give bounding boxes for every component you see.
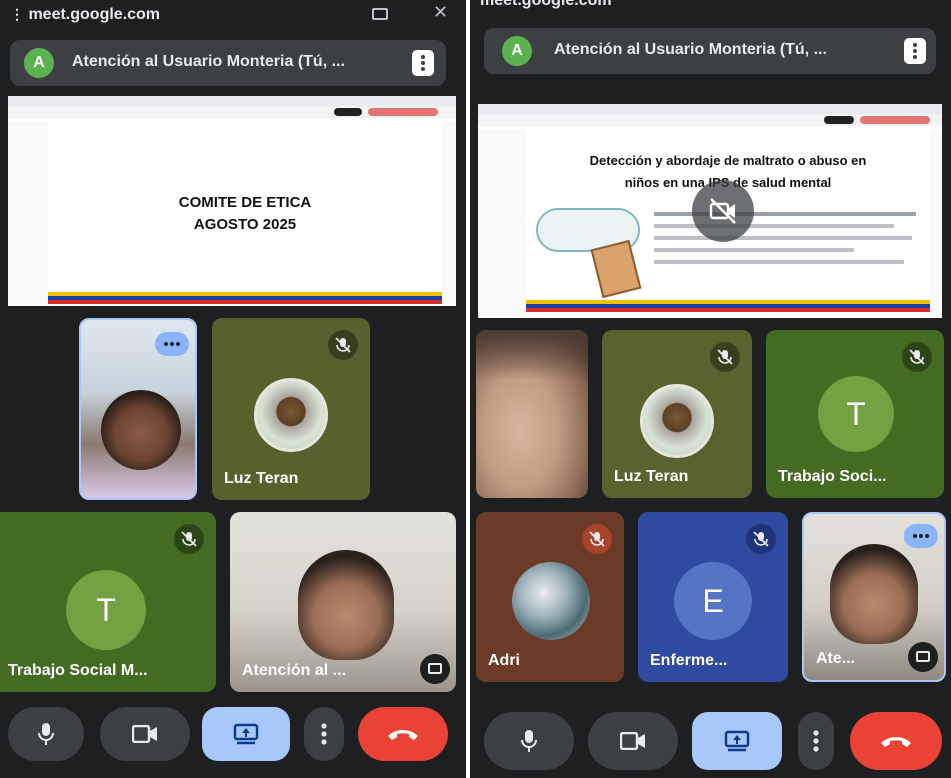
present-screen-icon [724, 730, 750, 752]
more-options-icon[interactable] [904, 38, 926, 64]
participant-tile-luz-teran[interactable]: Luz Teran [602, 330, 752, 498]
account-avatar[interactable]: A [502, 36, 532, 66]
participant-tile-self[interactable] [476, 330, 588, 498]
participant-name: Adri [488, 652, 520, 669]
present-button[interactable] [202, 707, 290, 761]
participant-video [830, 544, 918, 644]
participant-avatar: T [66, 570, 146, 650]
meeting-title: Atención al Usuario Monteria (Tú, ... [554, 41, 827, 58]
camera-icon [620, 732, 645, 750]
microphone-button[interactable] [8, 707, 84, 761]
participant-tile-atencion[interactable]: Atención al ... [230, 512, 456, 692]
speaking-indicator-icon [155, 332, 189, 356]
mic-icon [521, 730, 537, 752]
muted-mic-icon [328, 330, 358, 360]
more-options-button[interactable] [798, 712, 834, 770]
camera-button[interactable] [588, 712, 678, 770]
present-button[interactable] [692, 712, 782, 770]
browser-tabstrip [478, 104, 942, 114]
participant-tile-trabajo-social[interactable]: T Trabajo Social M... [0, 512, 216, 692]
slide-clipboard-graphic [590, 239, 642, 299]
more-vert-icon [813, 730, 819, 752]
camera-icon [132, 725, 157, 743]
muted-mic-icon [174, 524, 204, 554]
muted-mic-icon [746, 524, 776, 554]
close-icon[interactable]: ✕ [433, 2, 448, 23]
meeting-title-bar[interactable]: A Atención al Usuario Monteria (Tú, ... [484, 28, 936, 74]
slide-thumbnails [478, 130, 526, 318]
participant-name: Ate... [816, 650, 856, 667]
pin-icon[interactable] [420, 654, 450, 684]
shared-screen: COMITE DE ETICA AGOSTO 2025 [8, 96, 456, 306]
end-call-button[interactable] [358, 707, 448, 761]
participant-tile-trabajo-social[interactable]: T Trabajo Soci... [766, 330, 944, 498]
participant-tile-self[interactable] [79, 318, 197, 500]
participant-tile-adri[interactable]: Adri [476, 512, 624, 682]
participant-name: Atención al ... [242, 662, 347, 679]
pin-icon[interactable] [908, 642, 938, 672]
left-phone-screen: ⋮ meet.google.com ✕ A Atención al Usuari… [0, 0, 466, 778]
present-screen-icon [233, 723, 259, 745]
participant-name: Luz Teran [614, 468, 689, 485]
participant-avatar [254, 378, 328, 452]
participant-name: Trabajo Social M... [8, 662, 148, 679]
meeting-title: Atención al Usuario Monteria (Tú, ... [72, 53, 345, 70]
mic-icon [38, 723, 54, 745]
slide-thumbnails [8, 122, 48, 306]
participant-name: Luz Teran [224, 470, 299, 487]
more-vert-icon [321, 723, 327, 745]
participant-tile-enfermeria[interactable]: E Enferme... [638, 512, 788, 682]
cast-icon[interactable] [372, 8, 388, 20]
browser-url[interactable]: ⋮ meet.google.com [10, 6, 160, 24]
participant-video [101, 390, 181, 470]
account-avatar[interactable]: A [24, 48, 54, 78]
side-panel [442, 122, 456, 306]
camera-off-icon [692, 180, 754, 242]
end-call-button[interactable] [850, 712, 942, 770]
participant-video [298, 550, 394, 660]
page-info-icon[interactable]: ⋮ [10, 6, 24, 23]
participant-avatar [640, 384, 714, 458]
participant-avatar: E [674, 562, 752, 640]
browser-tabstrip [8, 96, 456, 106]
more-options-button[interactable] [304, 707, 344, 761]
camera-button[interactable] [100, 707, 190, 761]
speaking-indicator-icon [904, 524, 938, 548]
shared-screen: Detección y abordaje de maltrato o abuso… [478, 104, 942, 318]
participant-tile-atencion[interactable]: Ate... [802, 512, 946, 682]
participant-tile-luz-teran[interactable]: Luz Teran [212, 318, 370, 500]
browser-url[interactable]: meet.google.com [480, 0, 612, 10]
more-options-icon[interactable] [412, 50, 434, 76]
participant-name: Enferme... [650, 652, 728, 669]
muted-mic-icon [902, 342, 932, 372]
right-phone-screen: meet.google.com A Atención al Usuario Mo… [470, 0, 951, 778]
muted-mic-icon [710, 342, 740, 372]
participant-avatar [512, 562, 590, 640]
microphone-button[interactable] [484, 712, 574, 770]
hang-up-icon [881, 737, 911, 747]
muted-mic-icon [582, 524, 612, 554]
hang-up-icon [388, 730, 418, 740]
participant-avatar: T [818, 376, 894, 452]
slide-title: COMITE DE ETICA AGOSTO 2025 [178, 194, 312, 233]
meeting-title-bar[interactable]: A Atención al Usuario Monteria (Tú, ... [10, 40, 446, 86]
participant-name: Trabajo Soci... [778, 468, 887, 485]
side-panel [930, 130, 942, 318]
